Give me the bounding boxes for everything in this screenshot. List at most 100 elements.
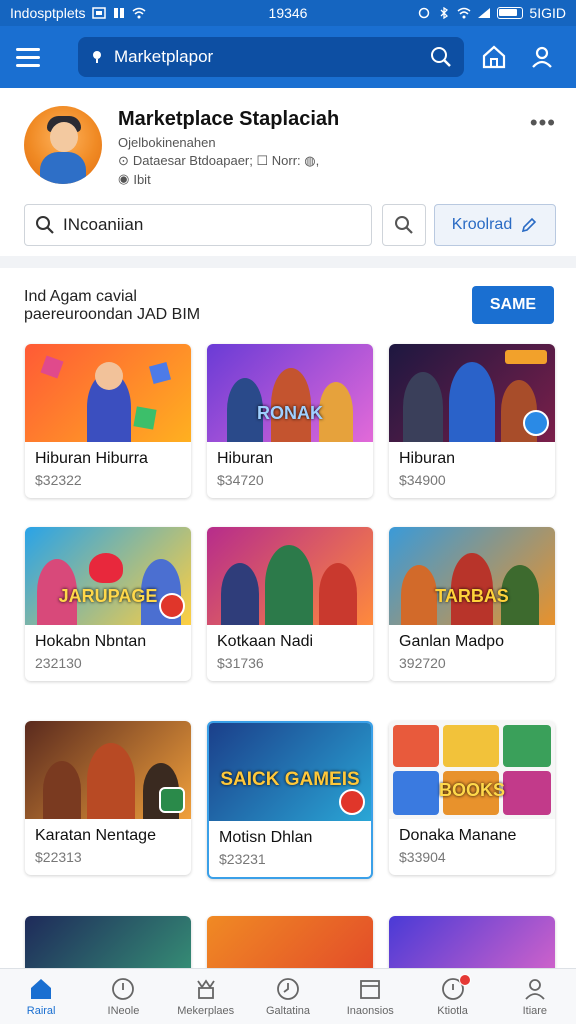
product-name: Karatan Nentage xyxy=(35,827,156,844)
menu-icon-bar xyxy=(16,47,40,51)
product-card[interactable]: BOOKS Donaka Manane $33904 xyxy=(389,721,555,875)
profile-icon xyxy=(525,978,545,1000)
product-name: Hiburan xyxy=(399,450,456,467)
product-card[interactable]: Karatan Nentage $22313 xyxy=(25,721,191,875)
product-name: Donaka Manane xyxy=(399,827,517,844)
badge-icon xyxy=(159,787,185,813)
product-thumbnail: SAICK GAMEIS xyxy=(209,723,371,821)
nav-label: Galtatina xyxy=(265,1004,310,1017)
pin-icon xyxy=(93,51,101,63)
badge-icon xyxy=(339,789,365,815)
data-icon xyxy=(113,8,124,18)
product-thumbnail xyxy=(207,916,373,968)
home-icon xyxy=(482,45,506,69)
profile-card: Marketplace Staplaciah Ojelbokinenahen ⊙… xyxy=(0,88,576,256)
product-thumbnail xyxy=(25,916,191,968)
calendar-icon xyxy=(360,979,381,999)
product-thumbnail xyxy=(25,344,191,442)
product-card[interactable] xyxy=(389,916,555,968)
account-button[interactable] xyxy=(524,39,560,75)
account-icon xyxy=(532,46,552,68)
search-input[interactable]: INcoaniian xyxy=(24,204,372,246)
top-search-text: Marketplapor xyxy=(114,47,214,66)
carrier-label: Indosptplets xyxy=(10,5,86,21)
top-search-bar[interactable]: Marketplapor xyxy=(78,37,464,77)
product-name: Kotkaan Nadi xyxy=(217,633,314,650)
product-price: $33904 xyxy=(399,849,446,865)
section-action-button[interactable]: SAME xyxy=(472,286,554,324)
nav-item-home[interactable]: Rairal xyxy=(0,969,82,1024)
notification-badge xyxy=(458,974,471,986)
product-card[interactable]: JARUPAGE Hokabn Nbntan 232130 xyxy=(25,527,191,681)
product-card[interactable] xyxy=(25,916,191,968)
bluetooth-icon xyxy=(440,7,449,19)
search-icon xyxy=(395,216,413,234)
radio-icon: ◉ xyxy=(118,171,130,186)
profile-line-1: Ojelbokinenahen xyxy=(118,135,216,150)
alarm-icon xyxy=(419,7,430,19)
profile-extra: ◉ Ibit xyxy=(118,171,151,187)
product-card[interactable]: SAICK GAMEIS Motisn Dhlan $23231 xyxy=(207,721,373,879)
search-button[interactable] xyxy=(382,204,426,246)
product-thumbnail: JARUPAGE xyxy=(25,527,191,625)
product-art-text: RONAK xyxy=(257,403,323,423)
wifi-icon xyxy=(132,7,145,19)
app-bar: Marketplapor xyxy=(0,26,576,88)
product-name: Hokabn Nbntan xyxy=(35,633,147,650)
nav-item-profile[interactable]: Itiare xyxy=(494,969,576,1024)
section-title-line-1: Ind Agam cavial xyxy=(24,288,137,305)
product-grid: Hiburan Hiburra $32322 RONAK Hiburan $34… xyxy=(0,336,576,968)
avatar-face xyxy=(50,122,78,152)
nav-item-marketplace[interactable]: Mekerplaes xyxy=(165,969,247,1024)
product-card[interactable]: RONAK Hiburan $34720 xyxy=(207,344,373,498)
product-card[interactable]: Hiburan Hiburra $32322 xyxy=(25,344,191,498)
product-price: $32322 xyxy=(35,472,82,488)
outline-action-button[interactable]: Kroolrad xyxy=(434,204,556,246)
product-name: Hiburan Hiburra xyxy=(35,450,148,467)
wifi-icon xyxy=(457,7,471,19)
profile-meta: ⊙ Dataesar Btdoapaer; ☐ Norr: ◍, xyxy=(118,153,319,169)
menu-icon-bar xyxy=(16,55,40,59)
product-thumbnail xyxy=(25,721,191,819)
product-card[interactable]: Kotkaan Nadi $31736 xyxy=(207,527,373,681)
product-price: $34900 xyxy=(399,472,446,488)
search-icon[interactable] xyxy=(430,46,452,68)
product-thumbnail xyxy=(389,344,555,442)
nav-label: Inaonsios xyxy=(346,1004,394,1017)
nav-item-calendar[interactable]: Inaonsios xyxy=(329,969,411,1024)
product-art-text: SAICK GAMEIS xyxy=(220,769,360,790)
product-card[interactable] xyxy=(207,916,373,968)
info-icon: ⊙ xyxy=(118,153,129,168)
home-icon xyxy=(31,978,52,999)
product-thumbnail: RONAK xyxy=(207,344,373,442)
clock-icon xyxy=(277,977,299,1000)
product-price: $22313 xyxy=(35,849,82,865)
bottom-navigation: Rairal INeole Mekerplaes Galtatina Inaon… xyxy=(0,968,576,1024)
compass-icon xyxy=(112,977,135,1000)
sim-icon xyxy=(91,7,106,19)
product-price: $31736 xyxy=(217,655,264,671)
section-title: Ind Agam cavial paereuroondan JAD BIM xyxy=(24,288,200,324)
product-card[interactable]: Hiburan $34900 xyxy=(389,344,555,498)
battery-icon xyxy=(497,7,524,19)
product-thumbnail xyxy=(389,916,555,968)
home-button[interactable] xyxy=(476,39,512,75)
product-name: Hiburan xyxy=(217,450,274,467)
nav-item-explore[interactable]: INeole xyxy=(82,969,164,1024)
product-art-text: TARBAS xyxy=(435,586,509,606)
nav-item-notifications[interactable]: Ktiotla xyxy=(411,969,493,1024)
page-title: Marketplace Staplaciah xyxy=(118,108,340,130)
product-thumbnail xyxy=(207,527,373,625)
status-bar: Indosptplets 19346 5IGID xyxy=(0,0,576,26)
menu-button[interactable] xyxy=(16,39,52,75)
search-icon xyxy=(36,216,54,234)
avatar[interactable] xyxy=(24,106,102,184)
product-art-text: JARUPAGE xyxy=(58,586,158,606)
product-price: $34720 xyxy=(217,472,264,488)
more-options-icon[interactable]: ••• xyxy=(530,110,556,136)
product-price: 392720 xyxy=(399,655,446,671)
nav-item-history[interactable]: Galtatina xyxy=(247,969,329,1024)
profile-line-3: Ibit xyxy=(133,171,151,187)
product-card[interactable]: TARBAS Ganlan Madpo 392720 xyxy=(389,527,555,681)
product-name: Ganlan Madpo xyxy=(399,633,504,650)
